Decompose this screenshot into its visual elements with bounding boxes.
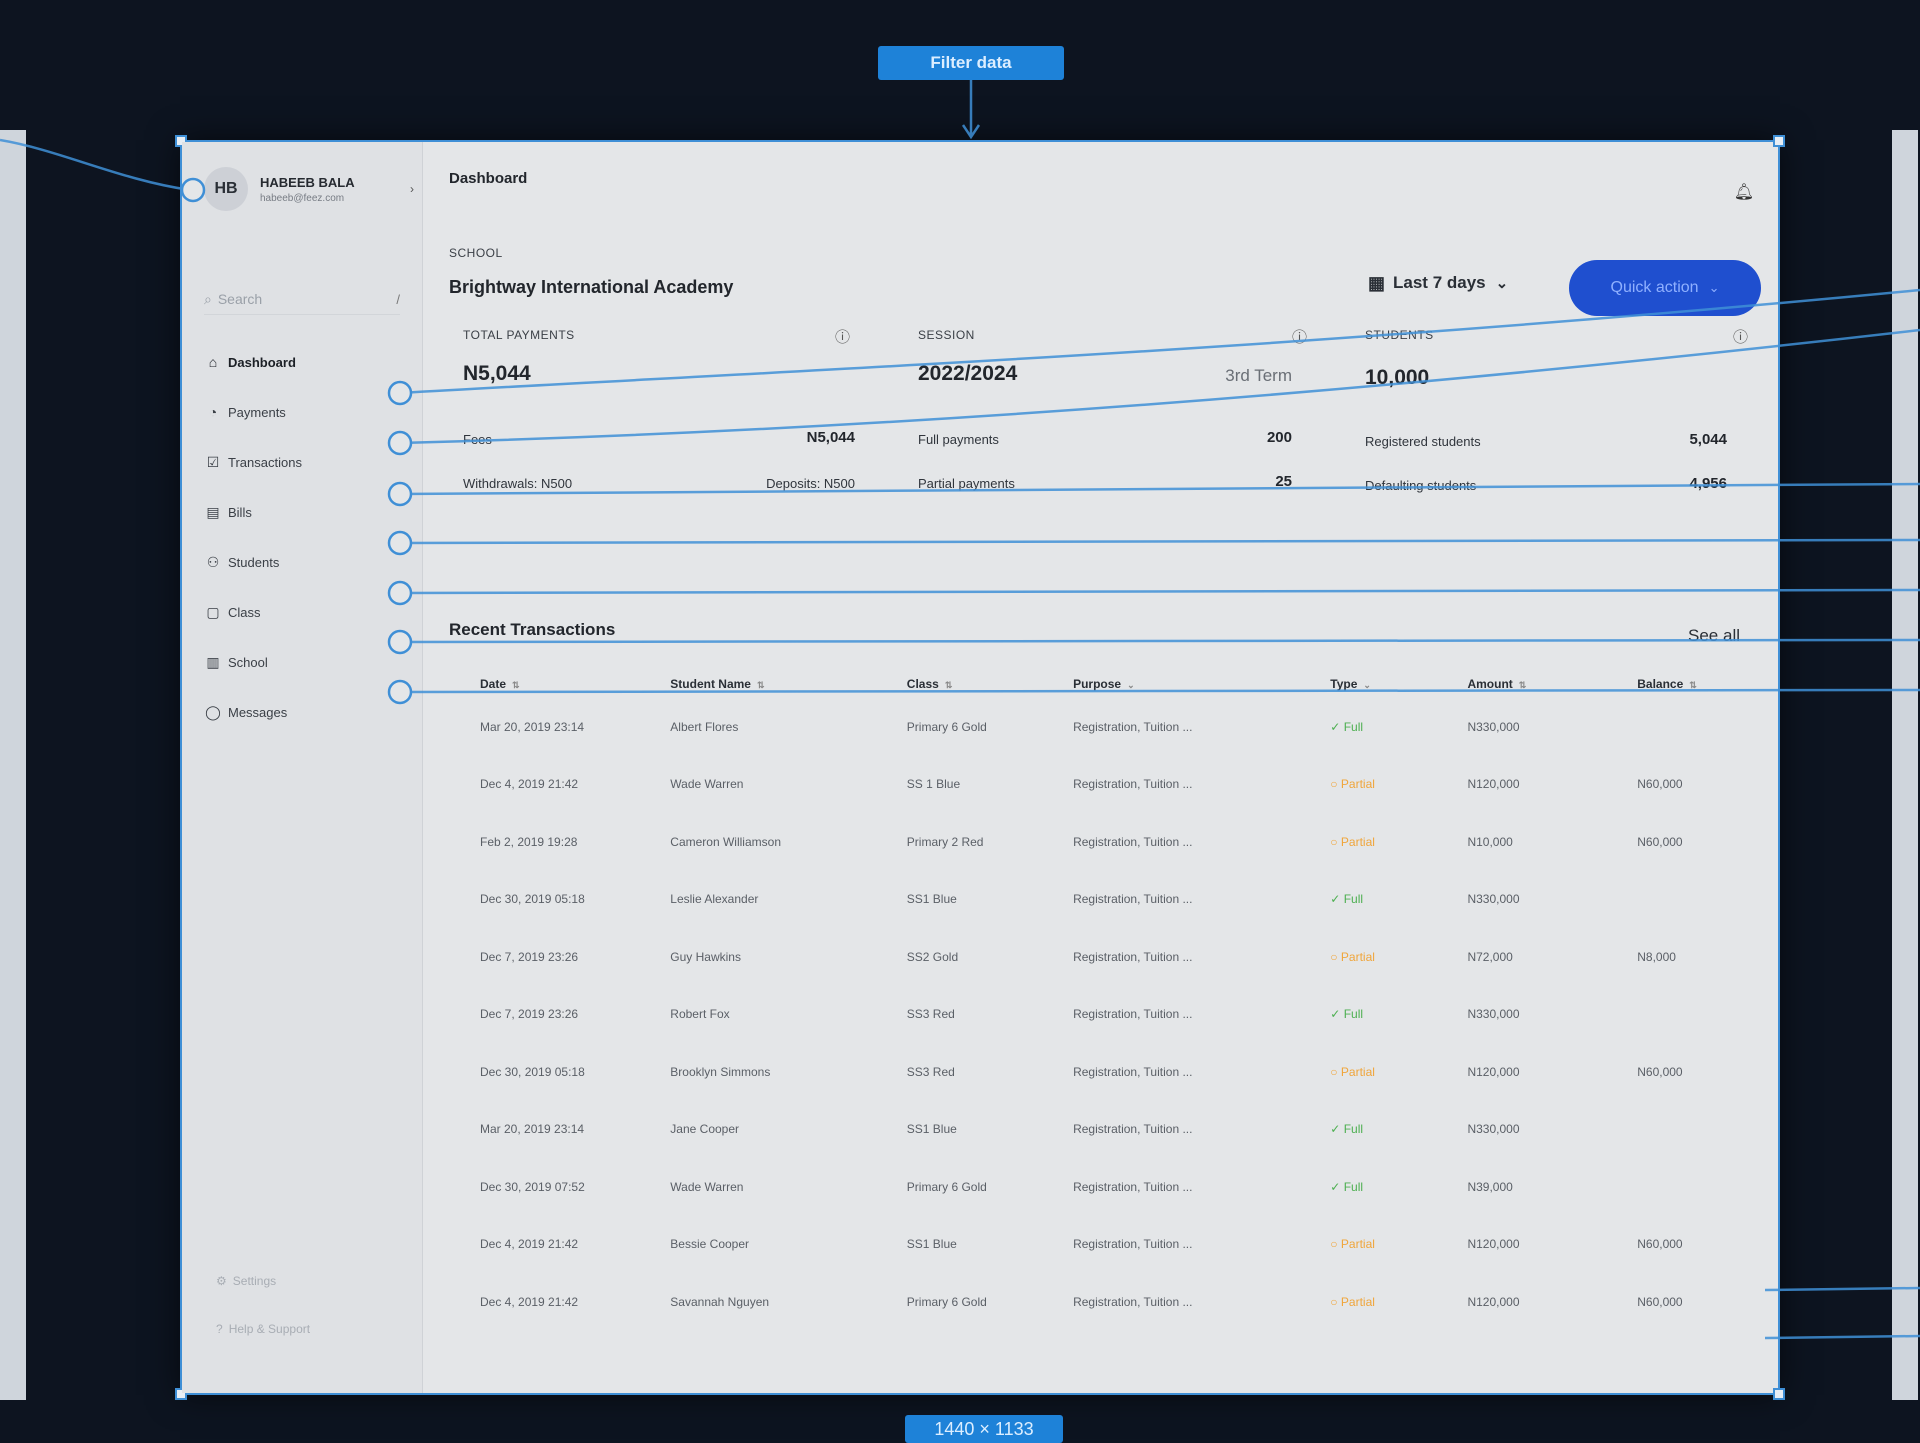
prototype-wire [399, 288, 1920, 395]
connection-node[interactable] [387, 629, 413, 655]
prototype-wire [1764, 1286, 1920, 1292]
prototype-connections [0, 80, 1920, 1340]
prototype-wire [399, 328, 1920, 445]
prototype-wire [961, 80, 981, 140]
prototype-wire [399, 538, 1920, 545]
connection-node[interactable] [387, 430, 413, 456]
prototype-wire [399, 588, 1920, 595]
connection-node[interactable] [387, 580, 413, 606]
prototype-wire [1764, 1334, 1920, 1340]
connection-node[interactable] [387, 380, 413, 406]
prototype-wire [0, 138, 191, 192]
connection-node[interactable] [387, 530, 413, 556]
connection-node[interactable] [387, 679, 413, 705]
connection-node[interactable] [180, 177, 206, 203]
prototype-wire [399, 688, 1920, 694]
prototype-wire [399, 638, 1920, 644]
prototype-wire [399, 482, 1920, 496]
connection-node[interactable] [387, 481, 413, 507]
